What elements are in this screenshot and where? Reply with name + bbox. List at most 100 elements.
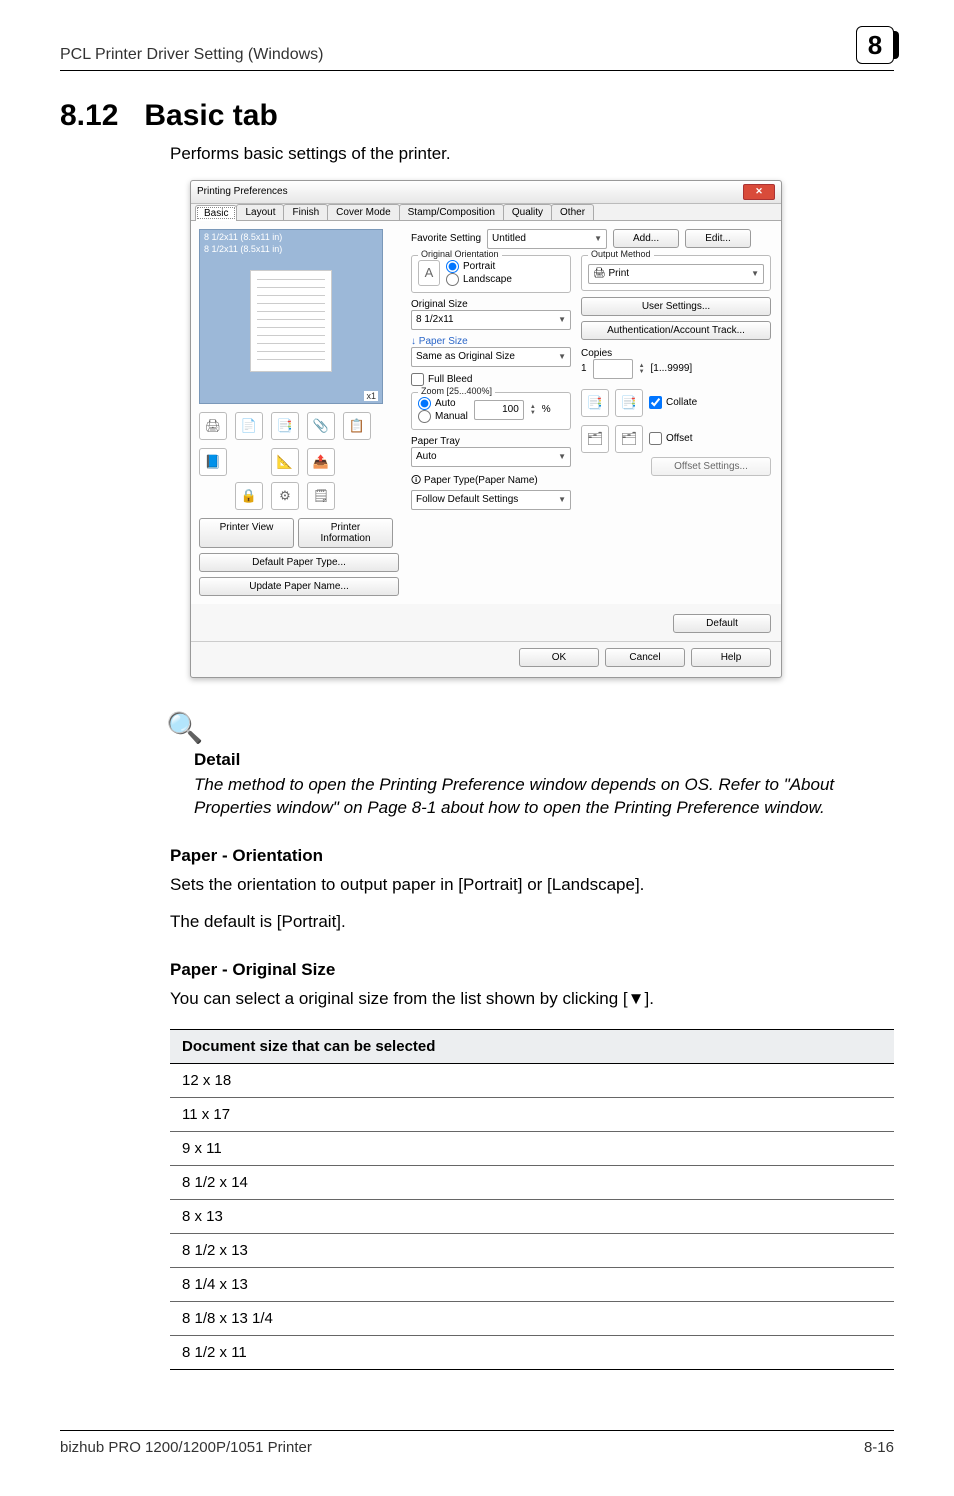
tab-quality[interactable]: Quality [503, 204, 552, 220]
authentication-button[interactable]: Authentication/Account Track... [581, 321, 771, 340]
offset-label: Offset [666, 433, 693, 444]
preview-icon-output[interactable]: 📤 [307, 448, 335, 476]
paper-size-label: ↓ Paper Size [411, 336, 571, 347]
preview-icon-copy[interactable]: 📑 [271, 412, 299, 440]
preview-icon-fold[interactable]: 📐 [271, 448, 299, 476]
collate-label: Collate [666, 397, 697, 408]
default-paper-type-button[interactable]: Default Paper Type... [199, 553, 399, 572]
detail-body: The method to open the Printing Preferen… [194, 774, 894, 820]
tab-other[interactable]: Other [551, 204, 594, 220]
screenshot-printing-preferences: Printing Preferences ✕ Basic Layout Fini… [190, 180, 782, 678]
chevron-down-icon: ▼ [594, 234, 602, 243]
collate-checkbox[interactable]: Collate [649, 396, 697, 409]
update-paper-name-button[interactable]: Update Paper Name... [199, 577, 399, 596]
paper-size-dropdown[interactable]: Same as Original Size ▼ [411, 347, 571, 367]
tab-basic[interactable]: Basic [195, 205, 237, 221]
preview-icon-booklet[interactable]: 📘 [199, 448, 227, 476]
paper-tray-dropdown[interactable]: Auto ▼ [411, 447, 571, 467]
help-button[interactable]: Help [691, 648, 771, 667]
offset-checkbox[interactable]: Offset [649, 432, 693, 445]
tab-finish[interactable]: Finish [283, 204, 328, 220]
favorite-add-button[interactable]: Add... [613, 229, 679, 248]
preview-icon-printer[interactable]: 🖨 [199, 412, 227, 440]
zoom-value: 100 [502, 404, 519, 415]
zoom-manual-radio[interactable]: Manual [418, 410, 468, 423]
zoom-auto-radio[interactable]: Auto [418, 397, 468, 410]
offset-settings-button[interactable]: Offset Settings... [651, 457, 771, 476]
paper-type-value: Follow Default Settings [416, 494, 518, 505]
preview-icon-detail[interactable]: 🗒 [307, 482, 335, 510]
close-icon[interactable]: ✕ [743, 184, 775, 200]
full-bleed-checkbox[interactable]: Full Bleed [411, 373, 571, 386]
chapter-number: 8 [868, 30, 882, 61]
table-row: 8 1/2 x 13 [170, 1233, 894, 1267]
preview-icon-gear[interactable]: ⚙ [271, 482, 299, 510]
ok-button[interactable]: OK [519, 648, 599, 667]
output-method-value: Print [608, 268, 629, 279]
table-row: 8 x 13 [170, 1199, 894, 1233]
zoom-auto-label: Auto [435, 398, 456, 409]
section-intro: Performs basic settings of the printer. [170, 143, 894, 166]
section-number: 8.12 [60, 99, 118, 132]
offset-icon-1: 🗂 [581, 425, 609, 453]
favorite-setting-label: Favorite Setting [411, 233, 481, 244]
output-method-dropdown[interactable]: 🖨 Print ▼ [588, 264, 764, 284]
copies-label: Copies [581, 348, 771, 359]
full-bleed-label: Full Bleed [428, 374, 472, 385]
orientation-group: Original Orientation A Portrait Landscap… [411, 255, 571, 293]
cancel-button[interactable]: Cancel [605, 648, 685, 667]
orientation-landscape-radio[interactable]: Landscape [446, 273, 512, 286]
original-size-value: 8 1/2x11 [416, 314, 454, 325]
chevron-down-icon: ▼ [558, 315, 566, 324]
preview-icon-punch[interactable]: 📋 [343, 412, 371, 440]
orientation-p1: Sets the orientation to output paper in … [170, 874, 894, 897]
orientation-group-title: Original Orientation [418, 249, 502, 259]
chapter-badge: 8 [856, 26, 894, 64]
favorite-edit-button[interactable]: Edit... [685, 229, 751, 248]
table-row: 8 1/2 x 14 [170, 1165, 894, 1199]
detail-heading: Detail [194, 750, 894, 770]
preview-icon-page[interactable]: 📄 [235, 412, 263, 440]
preview-size-1: 8 1/2x11 (8.5x11 in) [204, 232, 378, 242]
paper-tray-value: Auto [416, 451, 437, 462]
sizes-table-header: Document size that can be selected [170, 1029, 894, 1063]
zoom-value-input[interactable]: 100 [474, 400, 524, 420]
copies-range: [1...9999] [651, 363, 693, 374]
favorite-setting-dropdown[interactable]: Untitled ▼ [487, 229, 607, 249]
page-preview: 8 1/2x11 (8.5x11 in) 8 1/2x11 (8.5x11 in… [199, 229, 383, 404]
paper-type-dropdown[interactable]: Follow Default Settings ▼ [411, 490, 571, 510]
orientation-icon: A [418, 260, 440, 286]
preview-size-2: 8 1/2x11 (8.5x11 in) [204, 244, 378, 254]
tab-layout[interactable]: Layout [236, 204, 284, 220]
orientation-portrait-label: Portrait [463, 261, 495, 272]
preview-icon-staple[interactable]: 📎 [307, 412, 335, 440]
zoom-manual-label: Manual [435, 411, 468, 422]
copies-value-static: 1 [581, 363, 587, 374]
default-button[interactable]: Default [673, 614, 771, 633]
original-size-dropdown[interactable]: 8 1/2x11 ▼ [411, 310, 571, 330]
printer-view-button[interactable]: Printer View [199, 518, 294, 548]
magnifier-icon: 🔍 [166, 714, 894, 744]
output-method-group: Output Method 🖨 Print ▼ [581, 255, 771, 291]
zoom-stepper[interactable]: ▲▼ [530, 404, 536, 416]
paper-tray-label: Paper Tray [411, 436, 571, 447]
orientation-portrait-radio[interactable]: Portrait [446, 260, 512, 273]
user-settings-button[interactable]: User Settings... [581, 297, 771, 316]
subhead-original-size: Paper - Original Size [170, 960, 894, 980]
footer-right: 8-16 [864, 1439, 894, 1456]
tab-cover-mode[interactable]: Cover Mode [327, 204, 399, 220]
preview-icon-lock[interactable]: 🔒 [235, 482, 263, 510]
orientation-p2: The default is [Portrait]. [170, 911, 894, 934]
table-row: 8 1/8 x 13 1/4 [170, 1301, 894, 1335]
output-method-title: Output Method [588, 249, 654, 259]
paper-type-label: Paper Type(Paper Name) [424, 475, 538, 486]
table-row: 11 x 17 [170, 1097, 894, 1131]
tab-stamp-composition[interactable]: Stamp/Composition [399, 204, 504, 220]
paper-size-value: Same as Original Size [416, 351, 515, 362]
chevron-down-icon: ▼ [558, 352, 566, 361]
favorite-setting-value: Untitled [492, 233, 526, 244]
section-heading: 8.12Basic tab [60, 99, 894, 133]
copies-stepper[interactable]: ▲▼ [639, 363, 645, 375]
copies-input[interactable] [593, 359, 633, 379]
printer-information-button[interactable]: Printer Information [298, 518, 393, 548]
